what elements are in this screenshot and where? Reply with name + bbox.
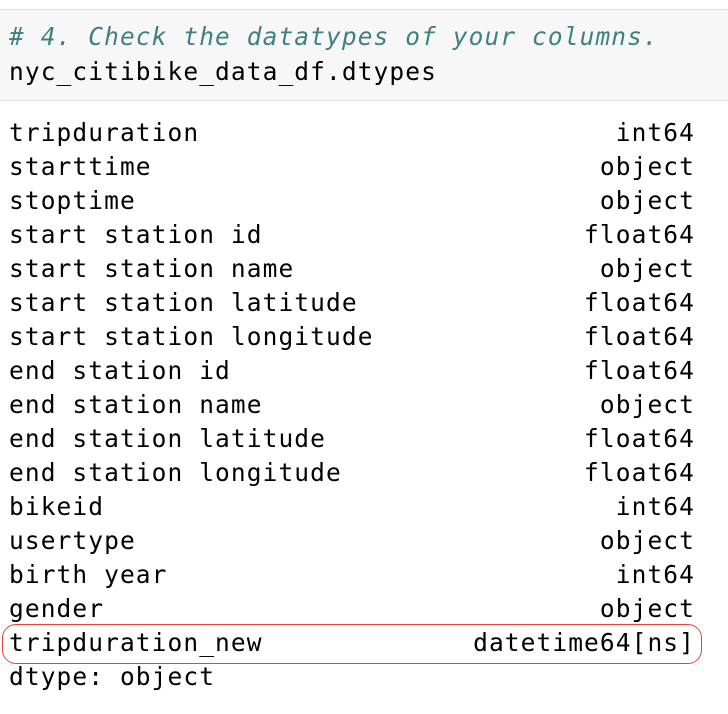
column-name: starttime — [9, 152, 152, 181]
column-dtype: float64 — [584, 424, 695, 453]
column-name: bikeid — [9, 492, 105, 521]
dtype-row: tripduration int64 — [9, 116, 695, 150]
dtype-row: end station id float64 — [9, 354, 695, 388]
dtype-row: start station longitude float64 — [9, 320, 695, 354]
dtype-row: birth year int64 — [9, 558, 695, 592]
code-comment: # 4. Check the datatypes of your columns… — [9, 22, 659, 51]
column-dtype: float64 — [584, 220, 695, 249]
column-name: end station id — [9, 356, 231, 385]
column-name: end station longitude — [9, 458, 342, 487]
column-name: start station longitude — [9, 322, 374, 351]
column-name: gender — [9, 594, 105, 623]
column-dtype: int64 — [615, 492, 695, 521]
column-name: tripduration_new — [9, 628, 263, 657]
column-dtype: object — [599, 254, 695, 283]
column-dtype: object — [599, 526, 695, 555]
dtype-row: end station name object — [9, 388, 695, 422]
dtype-row: usertype object — [9, 524, 695, 558]
code-expression[interactable]: nyc_citibike_data_df.dtypes — [9, 55, 437, 89]
column-dtype: int64 — [615, 118, 695, 147]
column-dtype: object — [599, 186, 695, 215]
dtype-row: gender object — [9, 592, 695, 626]
dtype-row: start station latitude float64 — [9, 286, 695, 320]
dtype-row: start station name object — [9, 252, 695, 286]
column-name: start station name — [9, 254, 295, 283]
dtype-row: end station longitude float64 — [9, 456, 695, 490]
column-dtype: object — [599, 152, 695, 181]
column-name: stoptime — [9, 186, 136, 215]
column-dtype: float64 — [584, 356, 695, 385]
column-dtype: float64 — [584, 322, 695, 351]
dtype-row: start station id float64 — [9, 218, 695, 252]
dtype-row: bikeid int64 — [9, 490, 695, 524]
column-dtype: object — [599, 390, 695, 419]
column-dtype: int64 — [615, 560, 695, 589]
column-name: tripduration — [9, 118, 200, 147]
dtype-row-highlighted: tripduration_new datetime64[ns] — [9, 626, 695, 660]
column-name: end station name — [9, 390, 263, 419]
column-dtype: datetime64[ns] — [473, 628, 695, 657]
dtype-row: end station latitude float64 — [9, 422, 695, 456]
column-name: birth year — [9, 560, 168, 589]
column-dtype: float64 — [584, 288, 695, 317]
column-name: end station latitude — [9, 424, 327, 453]
dtype-summary: dtype: object — [9, 662, 216, 691]
column-name: start station id — [9, 220, 263, 249]
dtype-row: starttime object — [9, 150, 695, 184]
dtype-row: stoptime object — [9, 184, 695, 218]
column-dtype: object — [599, 594, 695, 623]
notebook-page: # 4. Check the datatypes of your columns… — [0, 0, 728, 714]
column-dtype: float64 — [584, 458, 695, 487]
column-name: start station latitude — [9, 288, 358, 317]
column-name: usertype — [9, 526, 136, 555]
